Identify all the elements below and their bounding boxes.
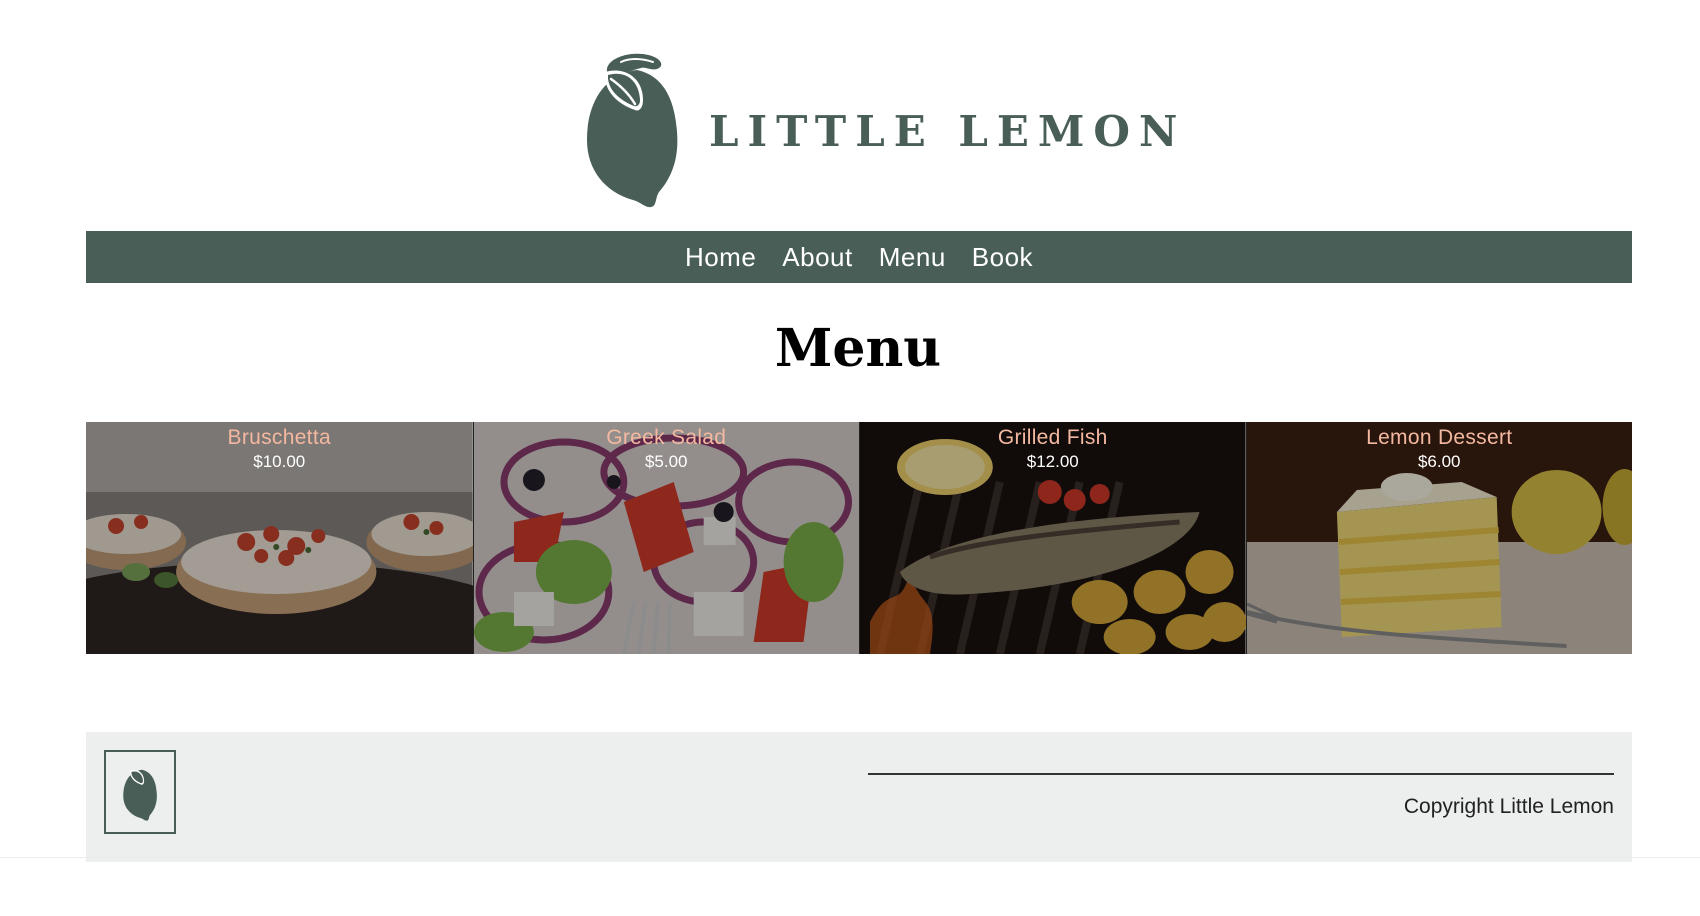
dish-name: Grilled Fish — [997, 426, 1108, 449]
nav-link-home[interactable]: Home — [685, 242, 756, 272]
dish-price: $5.00 — [644, 452, 688, 471]
lemon-icon — [587, 53, 678, 208]
footer-divider — [868, 773, 1614, 775]
card-caption: Greek Salad $5.00 — [474, 424, 860, 472]
dish-name: Greek Salad — [606, 426, 727, 449]
nav-link-menu[interactable]: Menu — [879, 242, 946, 272]
dish-price: $10.00 — [253, 452, 306, 471]
dish-name: Lemon Dessert — [1366, 426, 1513, 449]
menu-card-bruschetta[interactable]: Bruschetta $10.00 — [86, 422, 473, 654]
card-caption: Grilled Fish $12.00 — [860, 424, 1246, 472]
dish-name: Bruschetta — [227, 426, 331, 449]
brand-name: LITTLE LEMON — [709, 107, 1187, 156]
dish-price: $6.00 — [1417, 452, 1461, 471]
site-footer: Copyright Little Lemon — [86, 732, 1632, 862]
page-title: Menu — [774, 318, 942, 379]
copyright-text: Copyright Little Lemon — [1403, 795, 1614, 818]
footer-logo[interactable] — [104, 750, 176, 834]
menu-card-lemon-dessert[interactable]: Lemon Dessert $6.00 — [1245, 422, 1633, 654]
menu-card-greek-salad[interactable]: Greek Salad $5.00 — [472, 422, 860, 654]
logo[interactable]: LITTLE LEMON — [585, 52, 1177, 208]
nav-list: Home About Menu Book — [685, 242, 1033, 273]
dish-price: $12.00 — [1026, 452, 1079, 471]
menu-card-grilled-fish[interactable]: Grilled Fish $12.00 — [859, 422, 1246, 654]
nav-link-book[interactable]: Book — [972, 242, 1033, 272]
lemon-icon — [123, 769, 157, 821]
page-divider — [0, 857, 1700, 858]
nav-item-about: About — [782, 242, 852, 273]
menu-grid: Bruschetta $10.00 Greek Salad $5.00 Gril… — [86, 422, 1632, 654]
page: LITTLE LEMON Home About Menu Book Menu B… — [0, 0, 1700, 916]
nav-item-menu: Menu — [879, 242, 946, 273]
nav-link-about[interactable]: About — [782, 242, 852, 272]
site-header: LITTLE LEMON — [0, 0, 1700, 230]
main-nav: Home About Menu Book — [86, 231, 1632, 283]
card-caption: Lemon Dessert $6.00 — [1247, 424, 1633, 472]
card-caption: Bruschetta $10.00 — [86, 424, 473, 472]
nav-item-book: Book — [972, 242, 1033, 273]
nav-item-home: Home — [685, 242, 756, 273]
